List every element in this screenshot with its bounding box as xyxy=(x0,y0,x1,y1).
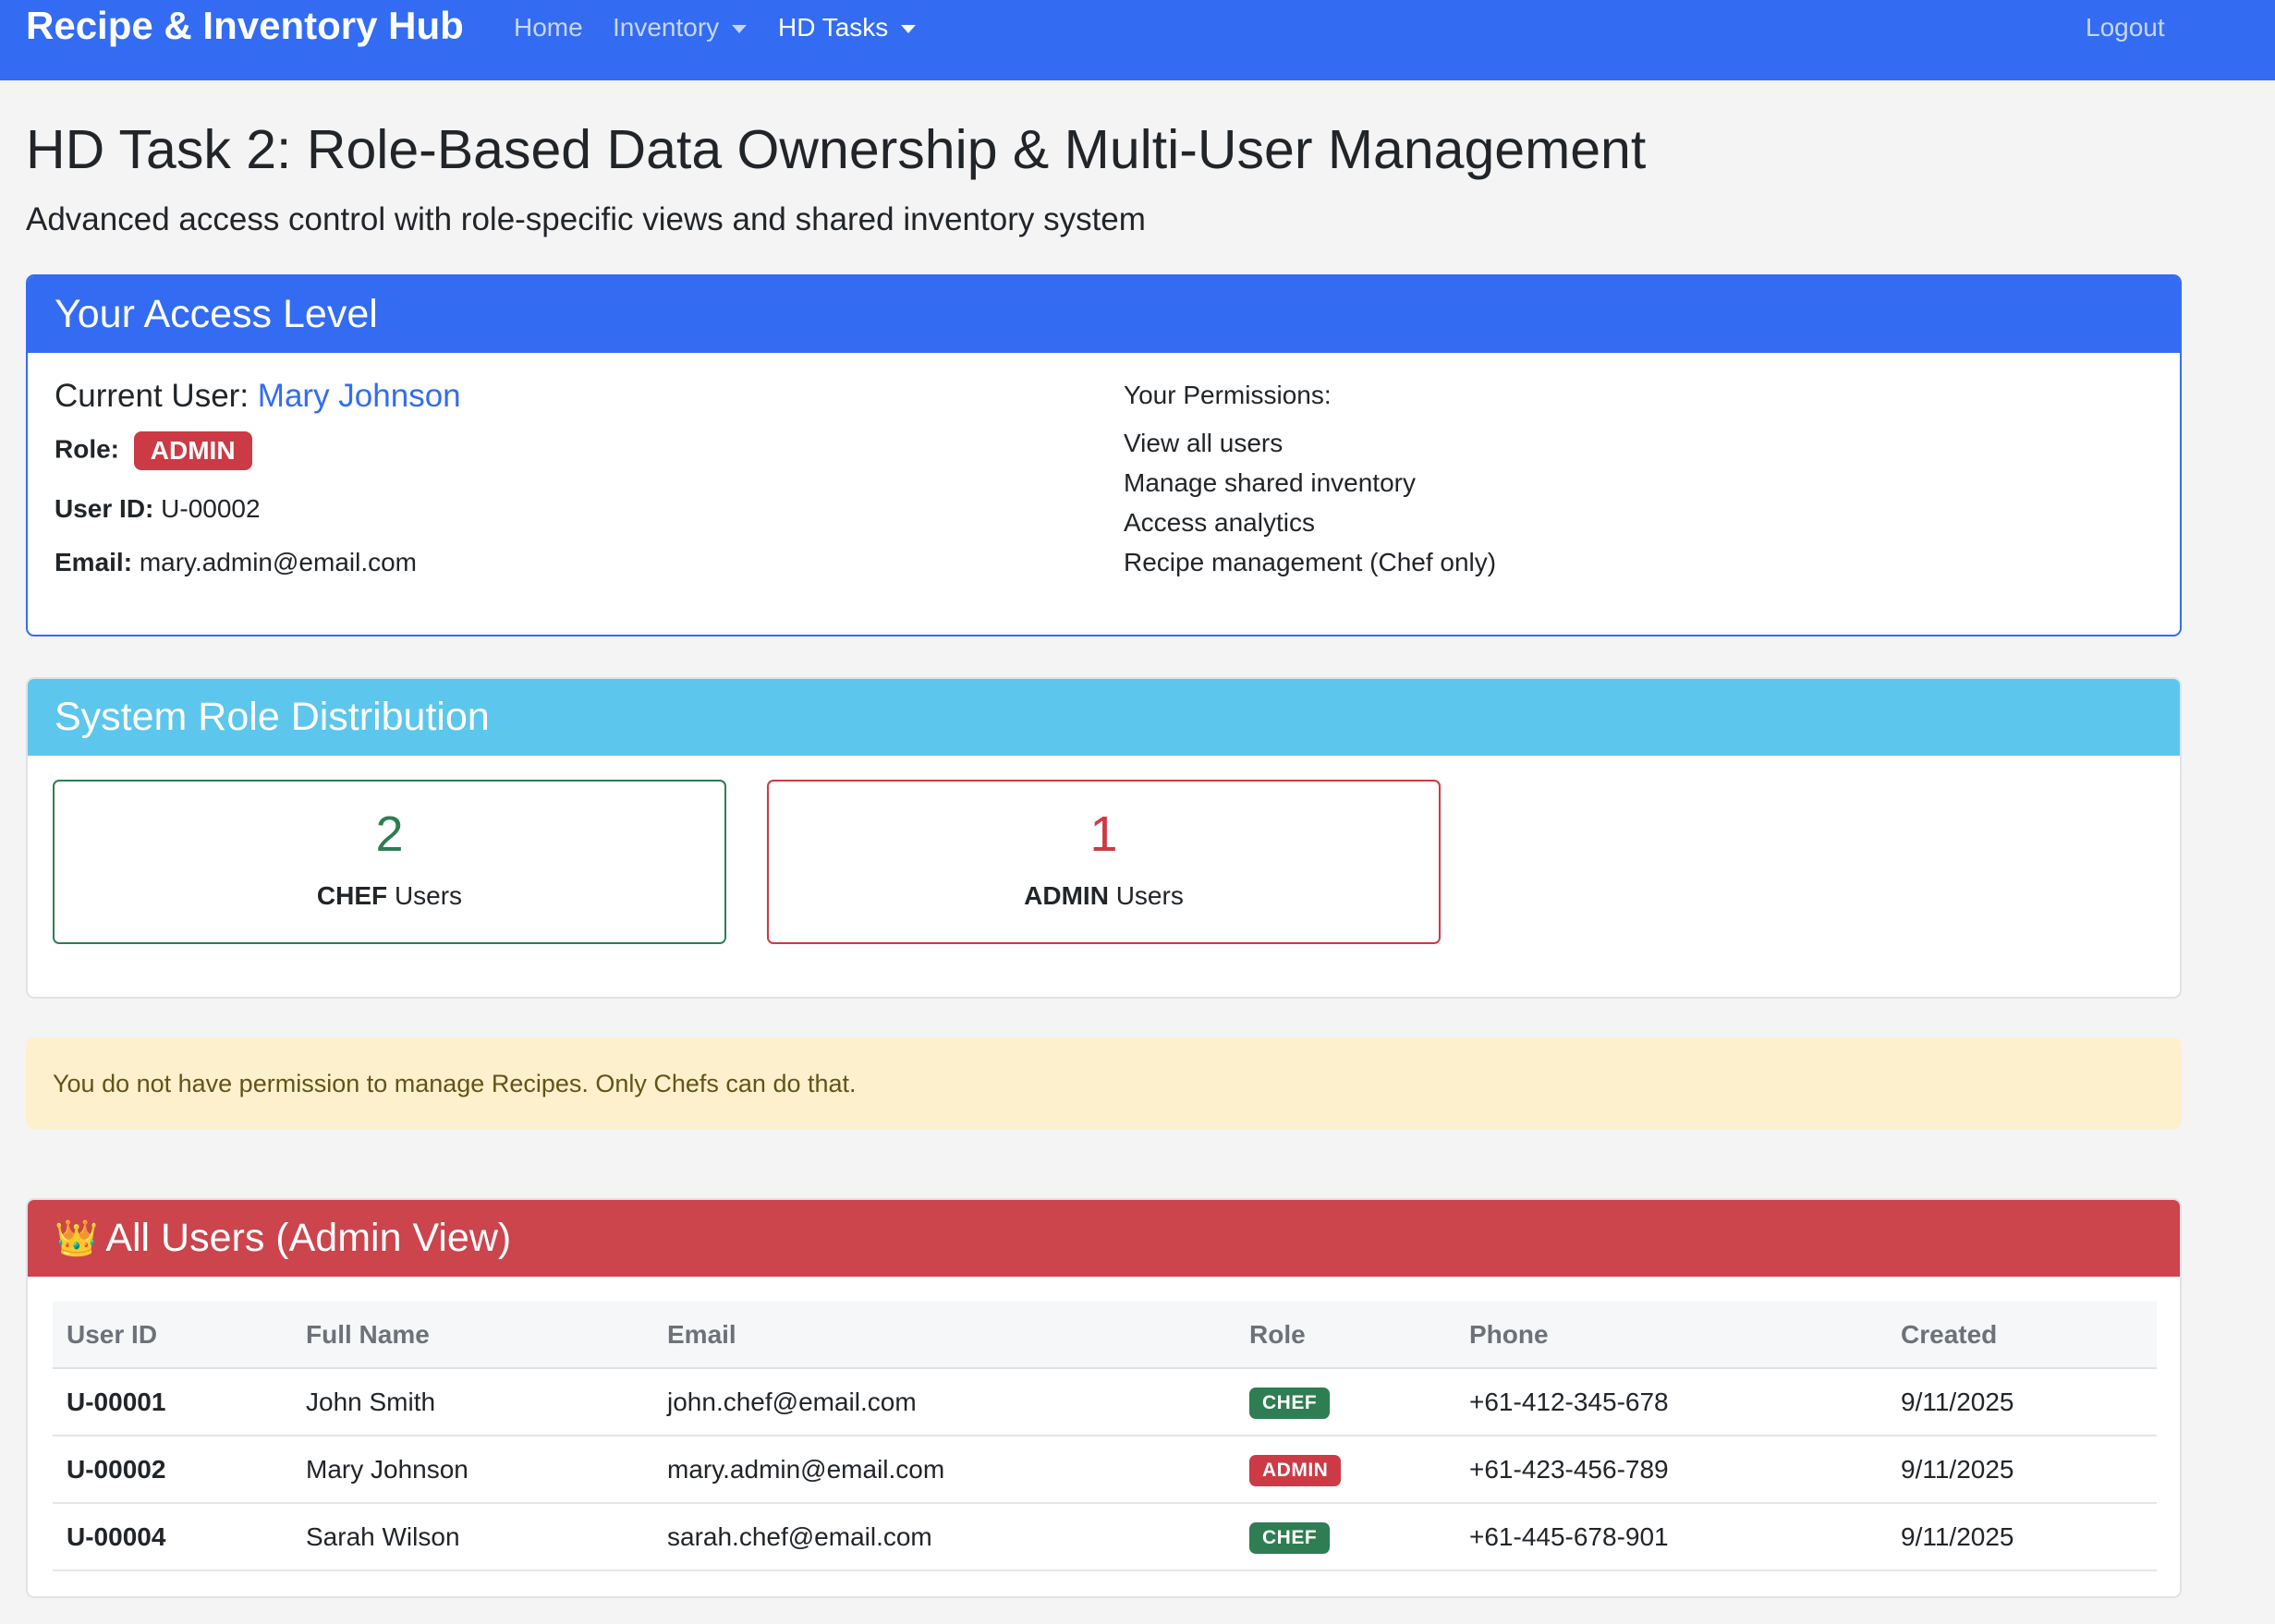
cell-email: john.chef@email.com xyxy=(653,1368,1235,1436)
chef-users-suffix: Users xyxy=(394,881,463,910)
admin-users-count: 1 xyxy=(1089,806,1118,862)
cell-full-name: Sarah Wilson xyxy=(292,1503,653,1571)
cell-role: ADMIN xyxy=(1235,1436,1455,1504)
permissions-heading: Your Permissions: xyxy=(1124,381,1332,409)
email-line: Email: mary.admin@email.com xyxy=(55,548,417,577)
all-users-header: 👑 All Users (Admin View) xyxy=(28,1200,2180,1277)
email-label: Email: xyxy=(55,548,133,576)
access-level-header: Your Access Level xyxy=(28,276,2180,353)
cell-user-id: U-00001 xyxy=(53,1368,292,1436)
user-id-line: User ID: U-00002 xyxy=(55,494,261,524)
cell-role: CHEF xyxy=(1235,1503,1455,1571)
permission-warning-alert: You do not have permission to manage Rec… xyxy=(26,1037,2182,1130)
cell-phone: +61-445-678-901 xyxy=(1455,1503,1887,1571)
cell-role: CHEF xyxy=(1235,1368,1455,1436)
table-header-row: User ID Full Name Email Role Phone Creat… xyxy=(53,1302,2157,1369)
chevron-down-icon xyxy=(732,24,748,33)
admin-users-label: ADMIN Users xyxy=(769,881,1439,911)
role-distribution-header: System Role Distribution xyxy=(28,679,2180,756)
role-line: Role: ADMIN xyxy=(55,431,252,470)
admin-users-stat: 1 ADMIN Users xyxy=(767,780,1441,944)
users-table: User ID Full Name Email Role Phone Creat… xyxy=(53,1302,2157,1571)
role-distribution-card: System Role Distribution 2 CHEF Users 1 … xyxy=(26,677,2182,999)
permission-item: Access analytics xyxy=(1124,508,1315,537)
permission-warning-text: You do not have permission to manage Rec… xyxy=(53,1069,857,1097)
role-badge: ADMIN xyxy=(133,431,252,470)
table-row: U-00002 Mary Johnson mary.admin@email.co… xyxy=(53,1436,2157,1504)
nav-hd-tasks-dropdown[interactable]: HD Tasks xyxy=(778,13,917,42)
permission-item: View all users xyxy=(1124,429,1283,457)
chevron-down-icon xyxy=(901,24,917,33)
nav-inventory-label: Inventory xyxy=(613,13,720,42)
nav-home[interactable]: Home xyxy=(514,13,583,42)
logout-label: Logout xyxy=(2086,13,2165,42)
chef-users-label: CHEF Users xyxy=(55,881,724,911)
role-badge-admin: ADMIN xyxy=(1249,1454,1342,1486)
nav-inventory-dropdown[interactable]: Inventory xyxy=(613,13,748,42)
admin-role-name: ADMIN xyxy=(1024,881,1109,910)
cell-phone: +61-423-456-789 xyxy=(1455,1436,1887,1504)
cell-email: sarah.chef@email.com xyxy=(653,1503,1235,1571)
cell-email: mary.admin@email.com xyxy=(653,1436,1235,1504)
cell-created: 9/11/2025 xyxy=(1887,1368,2157,1436)
table-row: U-00001 John Smith john.chef@email.com C… xyxy=(53,1368,2157,1436)
page-lead: Advanced access control with role-specif… xyxy=(26,201,1146,237)
top-navbar: Recipe & Inventory Hub Home Inventory HD… xyxy=(0,0,2275,80)
cell-phone: +61-412-345-678 xyxy=(1455,1368,1887,1436)
nav-home-label: Home xyxy=(514,13,583,42)
chef-role-name: CHEF xyxy=(316,881,388,910)
column-header-role: Role xyxy=(1235,1302,1455,1369)
current-user-name: Mary Johnson xyxy=(257,378,461,414)
crown-icon: 👑 xyxy=(55,1218,99,1258)
current-user: Current User: Mary Johnson xyxy=(55,378,461,415)
cell-full-name: Mary Johnson xyxy=(292,1436,653,1504)
column-header-user-id: User ID xyxy=(53,1302,292,1369)
permission-item: Recipe management (Chef only) xyxy=(1124,548,1497,576)
table-row: U-00004 Sarah Wilson sarah.chef@email.co… xyxy=(53,1503,2157,1571)
column-header-email: Email xyxy=(653,1302,1235,1369)
brand-link[interactable]: Recipe & Inventory Hub xyxy=(26,4,464,48)
admin-users-suffix: Users xyxy=(1115,881,1184,910)
current-user-label: Current User: xyxy=(55,378,249,414)
page-title: HD Task 2: Role-Based Data Ownership & M… xyxy=(26,119,1647,180)
cell-created: 9/11/2025 xyxy=(1887,1436,2157,1504)
column-header-phone: Phone xyxy=(1455,1302,1887,1369)
chef-users-stat: 2 CHEF Users xyxy=(53,780,726,944)
chef-users-count: 2 xyxy=(375,806,404,862)
access-level-card: Your Access Level Current User: Mary Joh… xyxy=(26,274,2182,636)
column-header-full-name: Full Name xyxy=(292,1302,653,1369)
role-badge-chef: CHEF xyxy=(1249,1521,1331,1554)
cell-user-id: U-00004 xyxy=(53,1503,292,1571)
users-table-wrapper: User ID Full Name Email Role Phone Creat… xyxy=(53,1302,2157,1571)
logout-link[interactable]: Logout xyxy=(2086,13,2165,42)
role-label: Role: xyxy=(55,434,119,464)
all-users-card: 👑 All Users (Admin View) User ID Full Na… xyxy=(26,1198,2182,1598)
cell-created: 9/11/2025 xyxy=(1887,1503,2157,1571)
all-users-title: All Users (Admin View) xyxy=(105,1216,512,1260)
user-id-label: User ID: xyxy=(55,494,154,523)
role-badge-chef: CHEF xyxy=(1249,1387,1331,1419)
cell-full-name: John Smith xyxy=(292,1368,653,1436)
nav-hd-tasks-label: HD Tasks xyxy=(778,13,889,42)
permission-item: Manage shared inventory xyxy=(1124,468,1416,497)
user-id-value: U-00002 xyxy=(161,494,261,523)
column-header-created: Created xyxy=(1887,1302,2157,1369)
cell-user-id: U-00002 xyxy=(53,1436,292,1504)
email-value: mary.admin@email.com xyxy=(139,548,418,576)
